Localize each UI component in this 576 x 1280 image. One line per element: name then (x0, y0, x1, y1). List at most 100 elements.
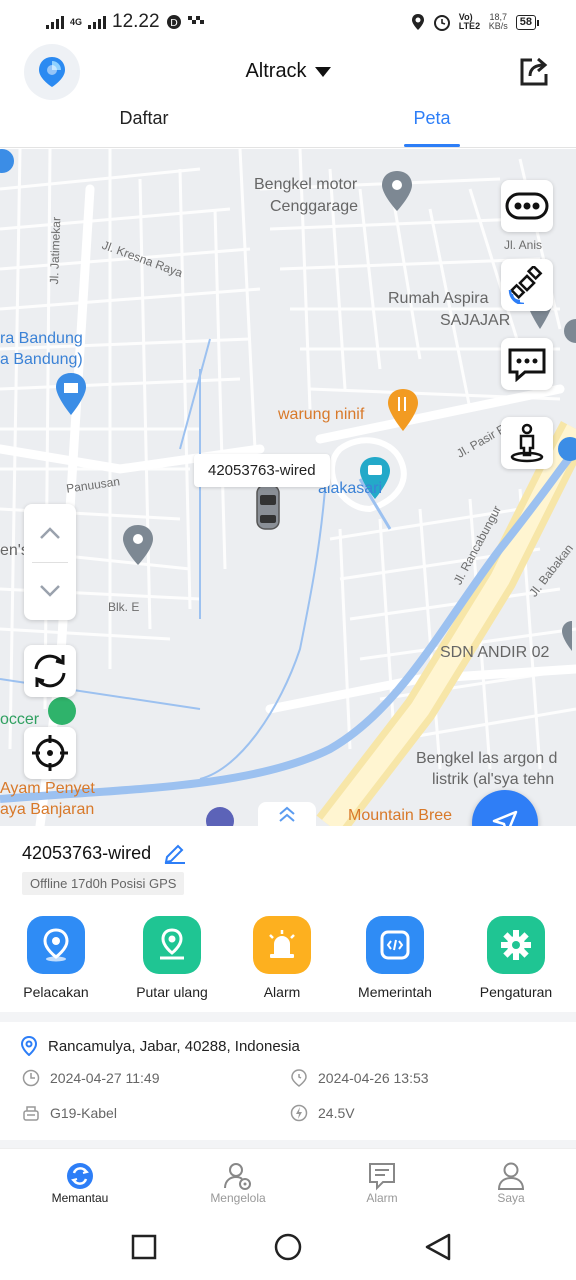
map-label: listrik (al'sya tehn (432, 771, 555, 788)
checker-icon (187, 16, 204, 24)
clock: 12.22 (112, 11, 160, 32)
map-label: Jl. Jatimekar (46, 216, 64, 285)
replay-button[interactable]: Putar ulang (116, 916, 228, 1000)
navigation-arrow-icon (492, 810, 518, 826)
command-icon-tile (366, 916, 424, 974)
nav-memantau[interactable]: Memantau (25, 1161, 135, 1205)
settings-label: Pengaturan (479, 984, 553, 1000)
model-row: G19-Kabel (22, 1104, 117, 1122)
bottom-navigation: Memantau Mengelola Alarm Saya (0, 1148, 576, 1218)
zoom-control (24, 504, 76, 620)
crosshair-icon (32, 735, 68, 771)
last-position-row: 2024-04-26 13:53 (290, 1069, 429, 1087)
more-button[interactable] (501, 180, 553, 232)
export-button[interactable] (518, 56, 550, 88)
net-speed-unit: KB/s (488, 21, 508, 31)
map-label: aya Banjaran (0, 801, 95, 818)
section-divider (0, 1012, 576, 1022)
clock-icon (22, 1069, 40, 1087)
battery-indicator: 58 (515, 14, 540, 30)
map-pin-icon (20, 1036, 38, 1056)
gear-icon (501, 930, 531, 960)
map-label: SAJAJAR (440, 312, 511, 329)
nav-label: Saya (497, 1191, 525, 1205)
map-label: Blk. E (108, 600, 140, 614)
more-icon (505, 192, 549, 220)
map-label: ra Bandung (0, 330, 83, 347)
recent-apps-icon[interactable] (129, 1232, 159, 1262)
device-model: G19-Kabel (50, 1105, 117, 1121)
edit-icon[interactable] (163, 842, 187, 864)
nav-label: Alarm (366, 1191, 398, 1205)
svg-text:D: D (170, 18, 178, 29)
map-label: Jl. Anis (504, 238, 543, 252)
tab-active-indicator (404, 144, 460, 147)
network-type: 4G (70, 16, 83, 27)
address-text: Rancamulya, Jabar, 40288, Indonesia (48, 1037, 300, 1055)
map-label: a Bandung) (0, 351, 83, 368)
refresh-button[interactable] (24, 645, 76, 697)
replay-label: Putar ulang (136, 984, 208, 1000)
nav-mengelola[interactable]: Mengelola (183, 1161, 293, 1205)
double-chevron-up-icon (279, 806, 295, 822)
nav-saya[interactable]: Saya (456, 1161, 566, 1205)
manage-user-icon (224, 1163, 251, 1190)
message-button[interactable] (501, 338, 553, 390)
map-label: Bengkel las argon d (416, 750, 558, 767)
map-view[interactable]: Bengkel motor Cenggarage Jl. Anis Jl. Ja… (0, 149, 576, 826)
vehicle-car-icon[interactable] (256, 484, 280, 530)
back-icon[interactable] (423, 1232, 453, 1262)
profile-icon (497, 1162, 525, 1190)
street-view-button[interactable] (501, 417, 553, 469)
device-name-row: 42053763-wired (22, 842, 187, 864)
alarm-icon-tile (253, 916, 311, 974)
account-title: Altrack (245, 60, 307, 82)
device-info: Rancamulya, Jabar, 40288, Indonesia 2024… (0, 1022, 576, 1142)
account-selector[interactable]: Altrack (0, 60, 576, 83)
map-label: SDN ANDIR 02 (440, 644, 550, 661)
signal-icon-2 (88, 15, 107, 29)
alarm-message-icon (369, 1163, 395, 1191)
home-icon[interactable] (273, 1232, 303, 1262)
settings-button[interactable]: Pengaturan (460, 916, 572, 1000)
siren-icon (269, 930, 295, 958)
satellite-button[interactable] (501, 259, 553, 311)
tab-peta[interactable]: Peta (372, 108, 492, 129)
street-view-icon (510, 423, 544, 463)
location-pin-icon (43, 928, 69, 962)
nav-alarm[interactable]: Alarm (327, 1161, 437, 1205)
voltage-value: 24.5V (318, 1105, 355, 1121)
location-icon (411, 14, 424, 30)
status-bar: 4G 12.22 D Vo) LTE2 18,7 KB/s 58 (0, 0, 576, 44)
device-marker-label[interactable]: 42053763-wired (194, 454, 330, 487)
poi-pin-soccer[interactable] (48, 697, 76, 725)
export-icon (520, 57, 548, 86)
message-icon (508, 348, 546, 382)
alarm-label: Alarm (263, 984, 301, 1000)
my-location-button[interactable] (24, 727, 76, 779)
zoom-out-button[interactable] (24, 562, 76, 620)
status-badge: Offline 17d0h Posisi GPS (22, 872, 185, 895)
chevron-up-icon (40, 526, 60, 539)
command-button[interactable]: Memerintah (339, 916, 451, 1000)
command-label: Memerintah (358, 984, 432, 1000)
signal-icon (46, 15, 64, 29)
app-header: Altrack (0, 44, 576, 100)
settings-icon-tile (487, 916, 545, 974)
alarm-clock-icon (433, 15, 450, 31)
tab-daftar[interactable]: Daftar (84, 108, 204, 129)
map-label: warung ninif (278, 406, 365, 423)
tracking-button[interactable]: Pelacakan (0, 916, 112, 1000)
tracking-label: Pelacakan (23, 984, 89, 1000)
satellite-icon (508, 266, 543, 304)
monitor-icon (67, 1163, 93, 1189)
sheet-expand-handle[interactable] (258, 802, 316, 826)
last-position-time: 2024-04-26 13:53 (318, 1070, 429, 1086)
map-label: Bengkel motor (254, 176, 358, 193)
alarm-button[interactable]: Alarm (226, 916, 338, 1000)
caret-down-icon (314, 66, 331, 77)
map-label: Cenggarage (270, 198, 359, 215)
zoom-in-button[interactable] (24, 504, 76, 562)
position-clock-icon (291, 1069, 307, 1087)
last-comm-row: 2024-04-27 11:49 (22, 1069, 160, 1087)
